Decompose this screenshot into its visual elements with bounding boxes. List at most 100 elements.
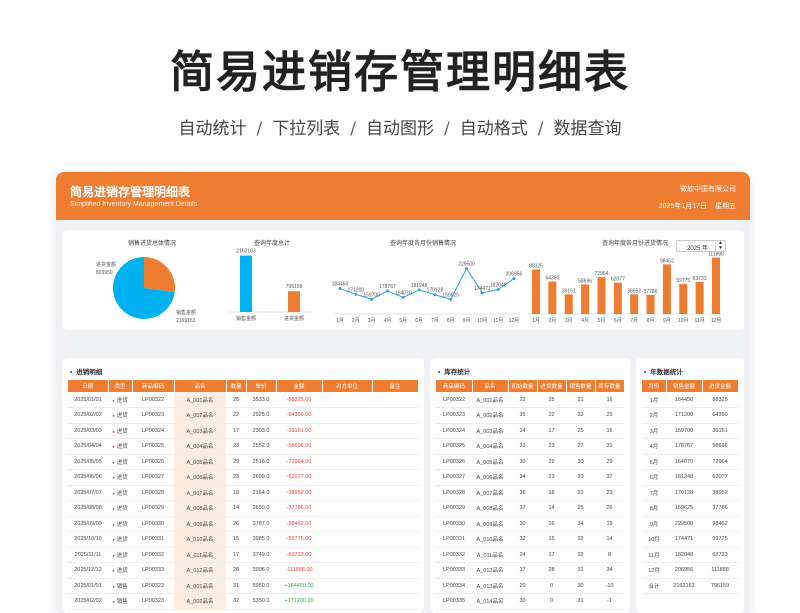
table-cell: 2025/05/05 <box>68 454 108 470</box>
table-cell: 6月 <box>642 469 666 486</box>
table-row[interactable]: LP00331 A_010品名 32 15 33 14 <box>436 531 624 548</box>
table-row[interactable]: 1月 184450 88325 <box>642 392 738 408</box>
table-row[interactable]: 2025/11/11进货LP00332A_011品名173749.0-63733… <box>68 547 418 563</box>
table-row[interactable]: 8月 159625 37786 <box>642 500 738 517</box>
table-row[interactable]: 2025/01/01进货LP00322A_001品名253533.0-88325… <box>68 392 418 408</box>
table-cell: 20 <box>508 578 537 594</box>
pie-chart <box>113 257 175 319</box>
table-cell: 2025/02/02 <box>68 593 108 610</box>
table-row[interactable]: 合计 2162163 796159 <box>642 578 738 594</box>
table-row[interactable]: LP00326 A_005品名 30 29 30 29 <box>436 454 624 470</box>
table-cell <box>322 578 372 594</box>
table-cell: -37786.00 <box>276 500 322 517</box>
table-cell: A_012品名 <box>472 562 508 579</box>
table-row[interactable]: 2025/04/04进货LP00325A_004品名232552.0-58696… <box>68 438 418 455</box>
table-row[interactable]: 2025/03/03进货LP00324A_003品名172303.0-39151… <box>68 423 418 439</box>
year-select[interactable]: 2025 年 ▲ ▼ <box>676 240 726 252</box>
table-cell: A_008品名 <box>174 500 226 517</box>
table-cell <box>372 392 418 408</box>
table-cell: 31 <box>566 593 595 610</box>
table-row[interactable]: LP00335 A_014品名 30 0 31 -1 <box>436 593 624 610</box>
table-row[interactable]: 9月 229500 98462 <box>642 516 738 532</box>
table-cell: LP00328 <box>436 485 472 501</box>
table-cell <box>322 407 372 424</box>
total-bar-chart: 2162163 销售金额 796159 进货金额 <box>228 249 312 322</box>
line-data-label: 178767 <box>379 284 396 290</box>
table-row[interactable]: LP00325 A_004品名 33 23 27 31 <box>436 438 624 455</box>
table-cell: 3787.0 <box>246 516 276 532</box>
table-cell: 31 <box>226 578 246 594</box>
table-cell: -58696.00 <box>276 438 322 455</box>
line-tick-label: 6月 <box>415 318 423 324</box>
stock-title: 库存统计 <box>438 366 470 376</box>
total-bar-label: 进货金额 <box>284 315 304 322</box>
line-data-label: 229500 <box>458 262 475 268</box>
total-bar-value: 2162163 <box>236 249 256 255</box>
stock-table: 商品编码 品名 初始数量 进货数量 销售数量 库存数量 LP00322 A_001品名 22 2… <box>436 380 625 610</box>
table-row[interactable]: 2025/05/05进货LP00326A_005品名292516.0-72964… <box>68 454 418 470</box>
table-cell: 23 <box>537 469 566 486</box>
line-tick-label: 10月 <box>477 318 488 324</box>
table-row[interactable]: 2025/01/01销售LP00322A_001品名315950.0+18445… <box>68 578 418 594</box>
table-cell: LP00327 <box>132 469 174 486</box>
table-cell: 22 <box>226 407 246 424</box>
table-cell: 合计 <box>642 578 666 594</box>
table-row[interactable]: LP00322 A_001品名 22 25 31 16 <box>436 392 624 408</box>
table-row[interactable]: 2月 171200 64350 <box>642 407 738 424</box>
table-row[interactable]: 2025/07/07进货LP00328A_007品名182164.0-38952… <box>68 485 418 501</box>
spinner-icon[interactable]: ▲ ▼ <box>715 241 725 251</box>
table-row[interactable]: LP00334 A_013品名 20 0 30 -10 <box>436 578 624 594</box>
table-cell: 24 <box>508 547 537 563</box>
table-row[interactable]: LP00330 A_009品名 30 26 34 19 <box>436 516 624 532</box>
table-cell: 26 <box>226 516 246 532</box>
table-cell: 30 <box>566 454 595 470</box>
table-cell: 2025/11/11 <box>68 547 108 563</box>
table-row[interactable]: 11月 182048 63733 <box>642 547 738 563</box>
table-cell: 170128 <box>666 485 702 501</box>
total-bar <box>288 291 300 312</box>
table-row[interactable]: 12月 206956 111888 <box>642 562 738 579</box>
table-cell: 进货 <box>108 547 132 563</box>
table-cell: -1 <box>595 593 624 610</box>
total-bar-value: 796159 <box>286 284 303 290</box>
table-row[interactable]: 2025/02/02进货LP00323A_002品名222925.0-64350… <box>68 407 418 424</box>
table-row[interactable]: 3月 159700 39151 <box>642 423 738 439</box>
year-table: 月份 销售金额 进货金额 1月 184450 88325 2月 171200 64350 3月 1… <box>642 380 739 594</box>
table-cell: 33 <box>566 531 595 548</box>
table-row[interactable]: LP00324 A_003品名 24 17 25 16 <box>436 423 624 439</box>
table-row[interactable]: 2025/09/09进货LP00330A_009品名263787.0-98462… <box>68 516 418 532</box>
table-cell: 2025/12/12 <box>68 562 108 579</box>
table-row[interactable]: LP00333 A_012品名 37 28 31 34 <box>436 562 624 579</box>
table-row[interactable]: 2025/08/08进货LP00329A_008品名142699.0-37786… <box>68 500 418 517</box>
table-row[interactable]: 2025/12/12进货LP00333A_012品名283996.0-11188… <box>68 562 418 579</box>
detail-table: 日期类型商品编码品名数量单价金额对方单位备注 2025/01/01进货LP003… <box>68 380 419 610</box>
table-cell: 30 <box>508 454 537 470</box>
table-row[interactable]: 2025/10/10进货LP00331A_010品名153985.0-59775… <box>68 531 418 548</box>
table-row[interactable]: 7月 170128 38952 <box>642 485 738 501</box>
table-row[interactable]: 2025/06/06进货LP00327A_006品名232699.0-62077… <box>68 469 418 486</box>
table-row[interactable]: 10月 174471 59775 <box>642 531 738 548</box>
table-row[interactable]: LP00328 A_007品名 36 18 31 23 <box>436 485 624 501</box>
table-row[interactable]: LP00329 A_008品名 37 14 25 26 <box>436 500 624 517</box>
table-cell: 2025/06/06 <box>68 469 108 486</box>
pie-value-in: 803959 <box>96 270 113 276</box>
table-cell <box>322 438 372 455</box>
table-cell: -63733.00 <box>276 547 322 563</box>
table-cell: 14 <box>537 500 566 517</box>
column-header: 进货金额 <box>702 380 739 392</box>
table-row[interactable]: 6月 181248 62077 <box>642 469 738 486</box>
table-cell: 31 <box>566 562 595 579</box>
table-row[interactable]: 5月 164070 72964 <box>642 454 738 470</box>
table-row[interactable]: LP00332 A_011品名 24 17 33 8 <box>436 547 624 563</box>
table-row[interactable]: LP00327 A_006品名 34 23 20 37 <box>436 469 624 486</box>
table-cell: 2025/09/09 <box>68 516 108 532</box>
table-cell: -88325.00 <box>276 392 322 408</box>
feature-separator: / <box>444 119 450 139</box>
line-tick-label: 9月 <box>463 318 471 324</box>
table-cell <box>322 500 372 517</box>
feature-separator: / <box>256 119 263 139</box>
table-row[interactable]: 4月 178767 58696 <box>642 438 738 455</box>
table-row[interactable]: LP00323 A_002品名 35 22 32 25 <box>436 407 624 424</box>
table-cell: 32 <box>226 593 246 610</box>
table-row[interactable]: 2025/02/02销售LP00323A_002品名325350.0+17120… <box>68 593 418 610</box>
